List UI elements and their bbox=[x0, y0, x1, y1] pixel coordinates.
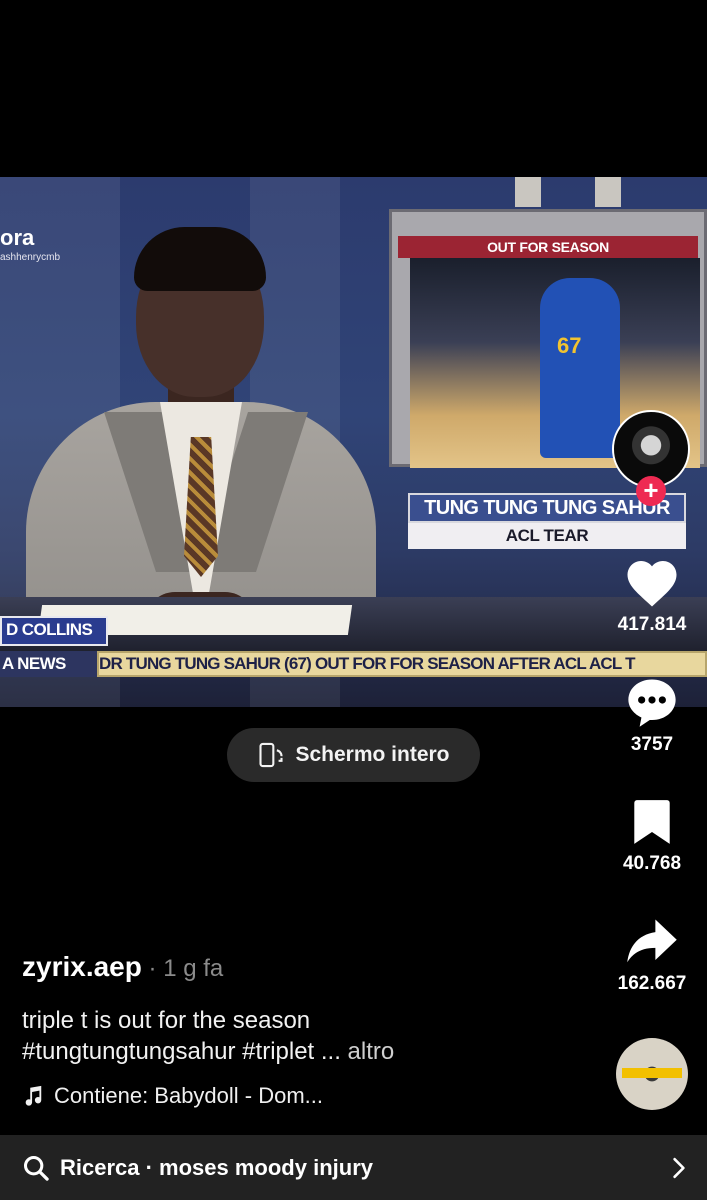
search-label: Ricerca · moses moody injury bbox=[60, 1154, 373, 1180]
search-icon bbox=[23, 1155, 49, 1181]
monitor-header: OUT FOR SEASON bbox=[398, 236, 698, 258]
music-disc[interactable] bbox=[616, 1038, 688, 1110]
related-search-bar[interactable]: Ricerca · moses moody injury bbox=[0, 1135, 707, 1200]
plus-icon[interactable]: + bbox=[636, 476, 666, 506]
sound-label: Contiene: Babydoll - Dom... bbox=[54, 1083, 324, 1108]
bookmark-icon bbox=[634, 800, 670, 844]
chevron-right-icon bbox=[673, 1157, 685, 1179]
creator-avatar-group[interactable]: + bbox=[612, 410, 692, 510]
caption-line-1: triple t is out for the season bbox=[22, 1007, 311, 1034]
more-link[interactable]: altro bbox=[341, 1038, 395, 1065]
anchor-name-box: D COLLINS bbox=[0, 616, 108, 646]
sound-link[interactable]: Contiene: Babydoll - Dom... bbox=[22, 1083, 323, 1109]
fullscreen-label: Schermo intero bbox=[295, 743, 450, 766]
share-count: 162.667 bbox=[617, 973, 687, 994]
fullscreen-rotate-icon bbox=[259, 742, 284, 768]
bookmark-button[interactable]: 40.768 bbox=[597, 797, 707, 875]
basketball-player bbox=[540, 278, 620, 458]
jersey-number: 67 bbox=[557, 333, 582, 358]
album-art-band bbox=[622, 1068, 682, 1078]
share-button[interactable]: 162.667 bbox=[597, 917, 707, 995]
studio-column bbox=[515, 177, 541, 207]
studio-column bbox=[595, 177, 621, 207]
post-caption[interactable]: triple t is out for the season #tungtung… bbox=[22, 1005, 394, 1067]
news-anchor-figure bbox=[10, 222, 380, 672]
share-arrow-icon bbox=[627, 919, 677, 963]
caption-line-2: #tungtungtungsahur #triplet ... altro bbox=[22, 1036, 394, 1067]
username[interactable]: zyrix.aep bbox=[22, 951, 142, 982]
caption-hashtags[interactable]: #tungtungtungsahur #triplet ... bbox=[22, 1038, 341, 1065]
chyron-subtitle: ACL TEAR bbox=[408, 523, 686, 549]
music-note-icon bbox=[25, 1085, 42, 1106]
heart-icon bbox=[627, 561, 677, 607]
anchor-hair bbox=[134, 227, 266, 291]
like-button[interactable]: 417.814 bbox=[597, 556, 707, 636]
like-count: 417.814 bbox=[617, 614, 687, 635]
bookmark-count: 40.768 bbox=[622, 853, 682, 874]
network-label: A NEWS bbox=[0, 651, 97, 677]
comment-button[interactable]: 3757 bbox=[597, 676, 707, 756]
post-time: · 1 g fa bbox=[141, 955, 224, 982]
comment-count: 3757 bbox=[630, 734, 674, 755]
fullscreen-button[interactable]: Schermo intero bbox=[227, 728, 480, 782]
post-author[interactable]: zyrix.aep · 1 g fa bbox=[22, 951, 223, 983]
news-ticker: DR TUNG TUNG SAHUR (67) OUT FOR FOR SEAS… bbox=[97, 651, 707, 677]
comment-bubble-icon bbox=[628, 679, 676, 727]
